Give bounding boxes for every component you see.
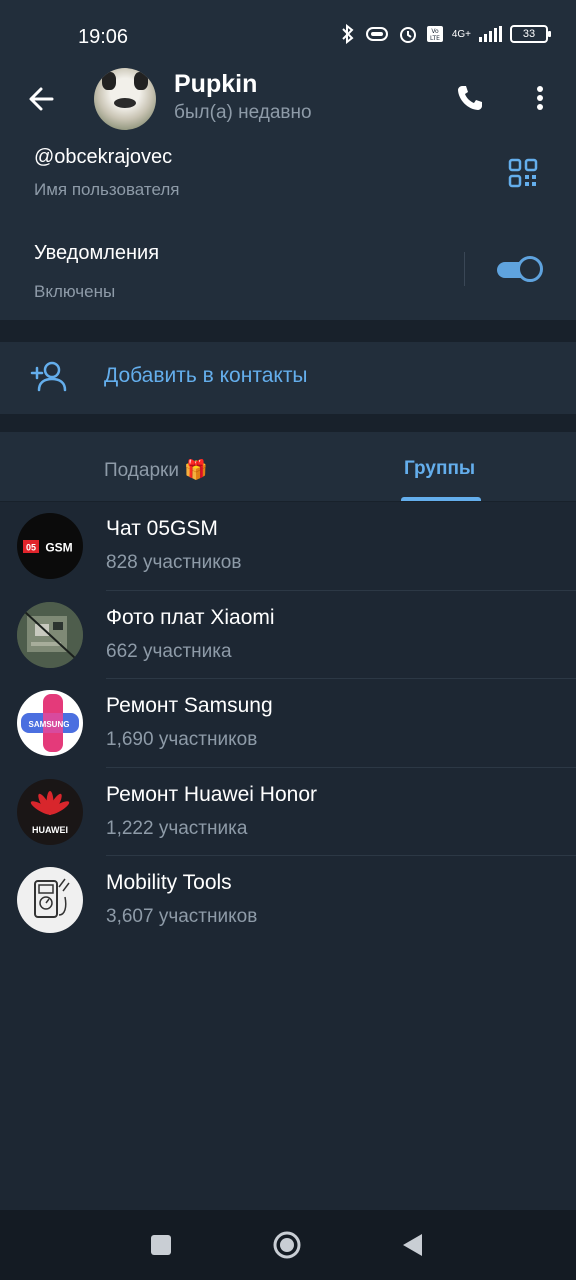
vibrate-icon bbox=[365, 27, 388, 41]
profile-info-card: @obcekrajovec Имя пользователя Уведомлен… bbox=[0, 138, 576, 320]
group-name: Ремонт Samsung bbox=[106, 694, 273, 717]
add-contact-button[interactable]: Добавить в контакты bbox=[0, 342, 576, 414]
section-divider bbox=[0, 414, 576, 432]
huawei-logo-text: HUAWEI bbox=[32, 825, 68, 835]
chat-header: Pupkin был(а) недавно bbox=[0, 68, 576, 138]
group-name: Ремонт Huawei Honor bbox=[106, 782, 317, 806]
avatar[interactable] bbox=[94, 68, 156, 130]
list-item[interactable]: 05 GSM Чат 05GSM 828 участников bbox=[0, 502, 576, 591]
group-members: 1,222 участника bbox=[106, 817, 248, 839]
notifications-status: Включены bbox=[34, 282, 116, 301]
toggle-knob bbox=[517, 256, 543, 282]
status-bar: 19:06 Vo LTE 4G+ 33 bbox=[0, 0, 576, 68]
volte-icon: VoLTE bbox=[426, 26, 443, 42]
vertical-divider bbox=[464, 252, 465, 286]
back-triangle-icon[interactable] bbox=[398, 1230, 428, 1260]
svg-text:LTE: LTE bbox=[430, 35, 440, 42]
signal-icon bbox=[479, 26, 502, 42]
add-contact-label: Добавить в контакты bbox=[104, 364, 308, 387]
qr-code-icon[interactable] bbox=[508, 158, 538, 188]
bluetooth-icon bbox=[342, 24, 354, 44]
phone-icon[interactable] bbox=[454, 82, 486, 114]
group-members: 828 участников bbox=[106, 552, 242, 573]
username-label: Имя пользователя bbox=[34, 180, 180, 199]
home-icon[interactable] bbox=[272, 1230, 302, 1260]
05gsm-logo-graphic: 05 GSM bbox=[23, 540, 73, 555]
samsung-plus-graphic: SAMSUNG bbox=[21, 694, 79, 752]
tab-gifts[interactable]: Подарки 🎁 bbox=[104, 458, 208, 482]
network-type: 4G+ bbox=[451, 28, 471, 40]
groups-list: 05 GSM Чат 05GSM 828 участников Фото пла… bbox=[0, 502, 576, 945]
avatar-ear-right bbox=[134, 72, 148, 90]
group-name: Mobility Tools bbox=[106, 871, 232, 894]
recent-apps-icon[interactable] bbox=[146, 1230, 176, 1260]
svg-text:05: 05 bbox=[26, 543, 36, 553]
add-user-icon bbox=[30, 361, 67, 392]
list-item[interactable]: SAMSUNG Ремонт Samsung 1,690 участников bbox=[0, 679, 576, 768]
avatar-ear-left bbox=[102, 72, 116, 90]
huawei-graphic: HUAWEI bbox=[30, 790, 70, 835]
circuit-board-photo-icon bbox=[17, 601, 83, 668]
contact-name[interactable]: Pupkin bbox=[174, 70, 257, 99]
battery-level: 33 bbox=[522, 28, 536, 40]
notifications-title[interactable]: Уведомления bbox=[34, 242, 159, 265]
more-vertical-icon[interactable] bbox=[530, 82, 550, 114]
active-tab-indicator bbox=[401, 497, 481, 501]
avatar-snout bbox=[114, 98, 136, 108]
svg-text:GSM: GSM bbox=[45, 541, 72, 555]
tab-groups[interactable]: Группы bbox=[404, 458, 475, 480]
status-time: 19:06 bbox=[78, 26, 129, 48]
list-item[interactable]: HUAWEI Ремонт Huawei Honor 1,222 участни… bbox=[0, 768, 576, 856]
status-icons: Vo LTE 4G+ 33 bbox=[340, 24, 551, 44]
back-arrow-icon[interactable] bbox=[24, 82, 58, 116]
username-value[interactable]: @obcekrajovec bbox=[34, 146, 172, 169]
circuit-board-graphic bbox=[17, 601, 83, 668]
last-seen-status: был(а) недавно bbox=[174, 102, 312, 123]
battery-icon: 33 bbox=[510, 25, 551, 43]
samsung-logo-text: SAMSUNG bbox=[29, 720, 70, 729]
profile-tabs: Подарки 🎁 Группы bbox=[0, 432, 576, 502]
huawei-logo-icon: HUAWEI bbox=[17, 778, 83, 845]
multimeter-graphic bbox=[34, 878, 70, 918]
list-item[interactable]: Mobility Tools 3,607 участников bbox=[0, 856, 576, 945]
alarm-icon bbox=[399, 27, 416, 43]
group-name: Фото плат Xiaomi bbox=[106, 605, 275, 629]
svg-text:Vo: Vo bbox=[431, 28, 439, 35]
samsung-plus-logo-icon: SAMSUNG bbox=[17, 690, 83, 756]
group-members: 3,607 участников bbox=[106, 906, 258, 927]
group-members: 1,690 участников bbox=[106, 729, 258, 750]
section-divider bbox=[0, 320, 576, 342]
group-name: Чат 05GSM bbox=[106, 517, 218, 540]
system-nav-bar bbox=[0, 1210, 576, 1280]
list-item[interactable]: Фото плат Xiaomi 662 участника bbox=[0, 591, 576, 679]
multimeter-icon bbox=[17, 867, 83, 933]
group-members: 662 участника bbox=[106, 640, 232, 662]
notifications-toggle[interactable] bbox=[495, 255, 545, 283]
05gsm-logo-icon: 05 GSM bbox=[17, 513, 83, 579]
